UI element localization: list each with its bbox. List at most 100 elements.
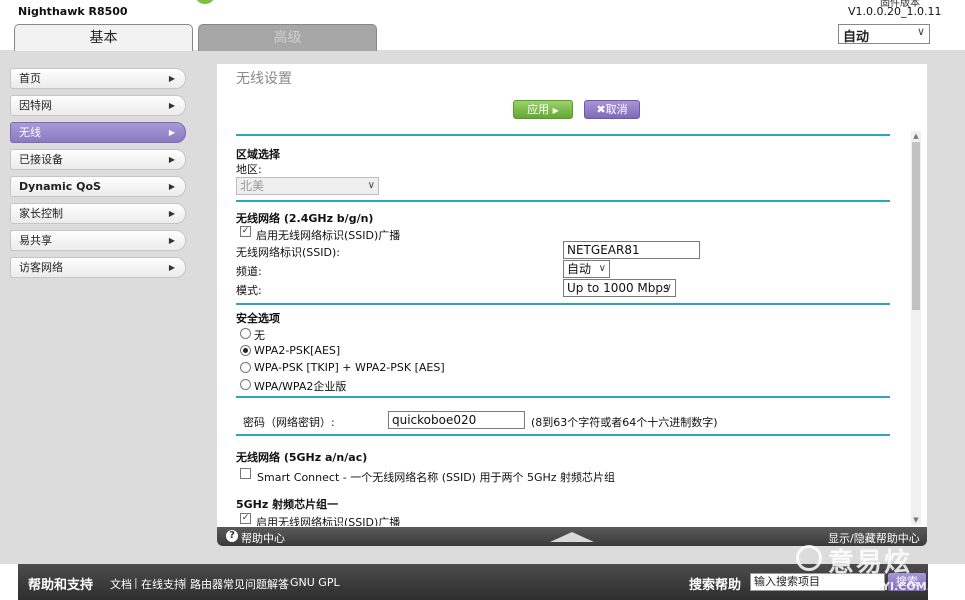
question-icon[interactable]: ?: [226, 530, 238, 542]
sidebar-item-label: 家长控制: [19, 207, 63, 220]
chevron-down-icon: ∨: [367, 180, 375, 191]
security-option-wpa-mixed: WPA-PSK [TKIP] + WPA2-PSK [AES]: [254, 361, 445, 374]
wifi24-ssid-label: 无线网络标识(SSID):: [236, 246, 340, 259]
footer-link-docs[interactable]: 文档: [110, 576, 132, 592]
security-radio-none[interactable]: [240, 328, 251, 339]
search-help-label: 搜索帮助: [689, 578, 742, 593]
arrow-right-icon: ▶: [168, 155, 175, 164]
smart-connect-checkbox[interactable]: [240, 468, 251, 479]
wifi24-channel-label: 频道:: [236, 265, 262, 278]
footer-link-faq[interactable]: 路由器常见问题解答: [190, 576, 289, 592]
tab-advanced[interactable]: 高级: [198, 24, 377, 51]
sidebar-item-wireless[interactable]: 无线 ▶: [10, 122, 186, 143]
scroll-down-icon[interactable]: ▼: [911, 515, 921, 525]
smart-connect-label: Smart Connect - 一个无线网络名称 (SSID) 用于两个 5GH…: [257, 471, 616, 484]
expand-up-icon[interactable]: [550, 532, 594, 542]
chevron-down-icon: ∨: [916, 25, 925, 38]
sidebar-item-label: 易共享: [19, 234, 52, 247]
arrow-right-icon: ▶: [168, 74, 175, 83]
product-name: Nighthawk R8500: [18, 5, 128, 18]
security-section-title: 安全选项: [236, 312, 280, 325]
security-option-enterprise: WPA/WPA2企业版: [254, 380, 347, 393]
divider: [236, 303, 890, 305]
security-radio-wpa-mixed[interactable]: [240, 362, 251, 373]
language-select[interactable]: 自动 ∨: [838, 24, 930, 45]
wifi24-ssid-value: NETGEAR81: [567, 243, 640, 257]
divider: [236, 434, 890, 436]
apply-button[interactable]: 应用 ▶: [513, 100, 573, 119]
help-center-link[interactable]: 帮助中心: [241, 530, 285, 546]
wifi24-mode-select[interactable]: Up to 1000 Mbps ∨: [563, 279, 676, 297]
divider: [236, 396, 890, 398]
password-label: 密码（网络密钥）:: [243, 416, 335, 429]
wifi24-mode-value: Up to 1000 Mbps: [567, 281, 670, 295]
footer-separator: |: [183, 576, 187, 589]
sidebar-item-label: 访客网络: [19, 261, 63, 274]
page-title: 无线设置: [236, 71, 292, 87]
wifi24-channel-select[interactable]: 自动 ∨: [563, 260, 610, 278]
cancel-label: 取消: [605, 103, 628, 116]
wifi24-ssid-input[interactable]: NETGEAR81: [563, 241, 700, 259]
password-input[interactable]: quickoboe020: [388, 411, 525, 429]
region-select: 北美 ∨: [236, 177, 379, 195]
sidebar-item-label: 无线: [19, 126, 41, 139]
sidebar-item-attached-devices[interactable]: 已接设备 ▶: [10, 149, 186, 170]
password-hint: (8到63个字符或者64个十六进制数字): [531, 416, 718, 429]
security-radio-wpa2-aes[interactable]: [240, 345, 251, 356]
sidebar-item-label: Dynamic QoS: [19, 180, 101, 193]
security-option-none: 无: [254, 329, 265, 342]
region-section-title: 区域选择: [236, 148, 280, 161]
watermark-url: YIYI.COM.CN: [870, 580, 949, 593]
wifi24-broadcast-label: 启用无线网络标识(SSID)广播: [256, 229, 401, 242]
language-value: 自动: [843, 30, 870, 45]
divider: [236, 134, 890, 136]
arrow-right-icon: ▶: [168, 263, 175, 272]
footer-link-gpl[interactable]: GNU GPL: [290, 576, 340, 589]
arrow-right-icon: ▶: [168, 209, 175, 218]
arrow-right-icon: ▶: [168, 182, 175, 191]
wifi5-broadcast-checkbox[interactable]: ✓: [240, 513, 251, 524]
scroll-up-icon[interactable]: ▲: [911, 131, 921, 141]
sidebar-item-home[interactable]: 首页 ▶: [10, 68, 186, 89]
sidebar-item-label: 已接设备: [19, 153, 63, 166]
sidebar-item-readyshare[interactable]: 易共享 ▶: [10, 230, 186, 251]
cancel-button[interactable]: ✖取消: [584, 100, 640, 119]
footer-separator: |: [134, 576, 138, 589]
password-value: quickoboe020: [392, 413, 477, 427]
footer-link-support[interactable]: 在线支持: [141, 576, 185, 592]
apply-label: 应用: [527, 103, 550, 116]
watermark-logo-icon: [796, 545, 822, 571]
close-icon: ✖: [596, 103, 606, 116]
wifi24-section-title: 无线网络 (2.4GHz b/g/n): [236, 212, 374, 225]
sidebar-item-label: 因特网: [19, 99, 52, 112]
wifi5-section-title: 无线网络 (5GHz a/n/ac): [236, 451, 368, 464]
scrollbar-thumb[interactable]: [912, 142, 920, 310]
firmware-version: V1.0.0.20_1.0.11: [848, 5, 942, 18]
sidebar-item-label: 首页: [19, 72, 41, 85]
wifi24-mode-label: 模式:: [236, 284, 262, 297]
region-label: 地区:: [236, 163, 262, 176]
sidebar-item-dynamic-qos[interactable]: Dynamic QoS ▶: [10, 176, 186, 197]
chevron-down-icon: ∨: [664, 282, 672, 293]
region-value: 北美: [240, 179, 265, 193]
security-option-wpa2-aes: WPA2-PSK[AES]: [254, 344, 341, 357]
sidebar-item-parental-control[interactable]: 家长控制 ▶: [10, 203, 186, 224]
wifi24-channel-value: 自动: [567, 262, 592, 276]
wifi5-broadcast-label: 启用无线网络标识(SSID)广播: [256, 516, 401, 526]
divider: [236, 200, 890, 202]
sidebar-item-internet[interactable]: 因特网 ▶: [10, 95, 186, 116]
play-icon: ▶: [552, 106, 559, 115]
wifi24-broadcast-checkbox[interactable]: ✓: [240, 226, 251, 237]
footer-separator: |: [283, 576, 287, 589]
wifi5-group-title: 5GHz 射频芯片组一: [236, 498, 339, 511]
logo-mark: [196, 0, 214, 4]
chevron-down-icon: ∨: [598, 263, 606, 274]
footer-title: 帮助和支持: [28, 578, 94, 593]
arrow-right-icon: ▶: [168, 101, 175, 110]
tab-basic[interactable]: 基本: [14, 24, 193, 51]
search-placeholder: 输入搜索项目: [754, 575, 820, 588]
sidebar-item-guest-network[interactable]: 访客网络 ▶: [10, 257, 186, 278]
arrow-right-icon: ▶: [168, 236, 175, 245]
security-radio-enterprise[interactable]: [240, 379, 251, 390]
watermark-text: 意易炫: [828, 548, 913, 578]
